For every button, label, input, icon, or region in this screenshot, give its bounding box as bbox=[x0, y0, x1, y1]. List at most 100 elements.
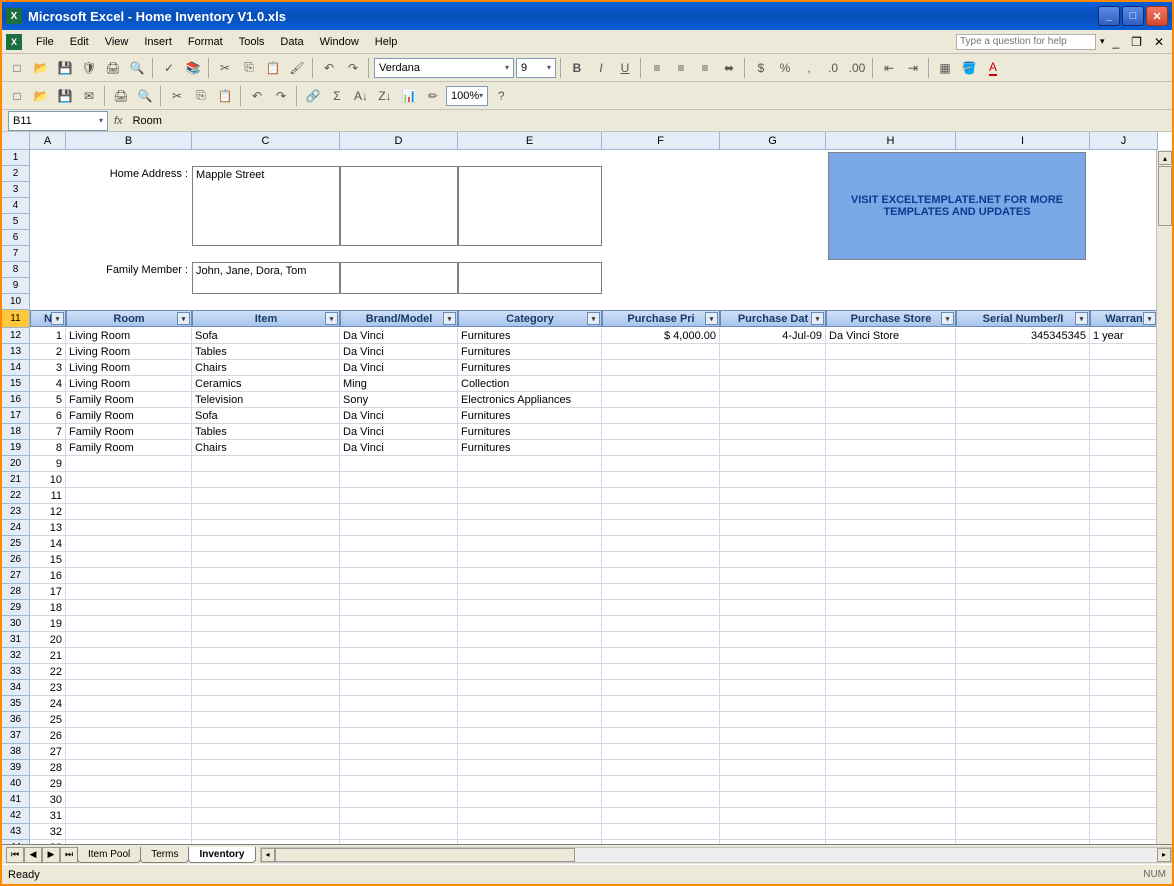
hyperlink-icon[interactable]: 🔗 bbox=[302, 85, 324, 107]
scroll-thumb[interactable] bbox=[1158, 166, 1172, 226]
cell[interactable] bbox=[192, 584, 340, 600]
cut-icon2[interactable]: ✂ bbox=[166, 85, 188, 107]
cell[interactable] bbox=[1090, 198, 1158, 214]
cell-item[interactable]: Chairs bbox=[192, 360, 340, 376]
cell[interactable] bbox=[192, 536, 340, 552]
cell[interactable] bbox=[1090, 632, 1158, 648]
merge-icon[interactable]: ⬌ bbox=[718, 57, 740, 79]
row-header[interactable]: 31 bbox=[2, 632, 30, 648]
cell[interactable] bbox=[826, 504, 956, 520]
borders-icon[interactable]: ▦ bbox=[934, 57, 956, 79]
filter-header[interactable]: Purchase Pri▾ bbox=[602, 310, 720, 327]
cell[interactable] bbox=[458, 520, 602, 536]
comma-icon[interactable]: , bbox=[798, 57, 820, 79]
cell[interactable] bbox=[340, 824, 458, 840]
cell[interactable] bbox=[602, 584, 720, 600]
preview-icon2[interactable]: 🔍 bbox=[134, 85, 156, 107]
cell[interactable] bbox=[956, 616, 1090, 632]
cell[interactable] bbox=[1090, 584, 1158, 600]
cell[interactable] bbox=[66, 696, 192, 712]
cell-serial[interactable] bbox=[956, 440, 1090, 456]
filter-dropdown-icon[interactable]: ▾ bbox=[811, 312, 824, 325]
currency-icon[interactable]: $ bbox=[750, 57, 772, 79]
cell[interactable] bbox=[826, 712, 956, 728]
cell-brand[interactable]: Da Vinci bbox=[340, 440, 458, 456]
row-header[interactable]: 19 bbox=[2, 440, 30, 456]
filter-header[interactable]: Category▾ bbox=[458, 310, 602, 327]
undo-icon[interactable]: ↶ bbox=[318, 57, 340, 79]
cell[interactable] bbox=[720, 294, 826, 310]
cell[interactable] bbox=[956, 536, 1090, 552]
cell[interactable] bbox=[1090, 150, 1158, 166]
cell[interactable] bbox=[602, 488, 720, 504]
col-header-i[interactable]: I bbox=[956, 132, 1090, 150]
scroll-up-icon[interactable]: ▴ bbox=[1158, 151, 1172, 165]
cell[interactable] bbox=[30, 262, 66, 278]
cell[interactable] bbox=[1090, 808, 1158, 824]
permission-icon[interactable]: 🛡 bbox=[78, 57, 100, 79]
cell-date[interactable]: 4-Jul-09 bbox=[720, 328, 826, 344]
cell[interactable] bbox=[720, 520, 826, 536]
cell[interactable] bbox=[458, 632, 602, 648]
cell[interactable] bbox=[956, 776, 1090, 792]
cell-date[interactable] bbox=[720, 344, 826, 360]
cell-store[interactable] bbox=[826, 360, 956, 376]
cell[interactable]: 13 bbox=[30, 520, 66, 536]
menu-insert[interactable]: Insert bbox=[136, 34, 180, 50]
cell[interactable] bbox=[458, 230, 602, 246]
cell[interactable] bbox=[1090, 246, 1158, 262]
cell-brand[interactable]: Da Vinci bbox=[340, 408, 458, 424]
underline-button[interactable]: U bbox=[614, 57, 636, 79]
cell-price[interactable] bbox=[602, 360, 720, 376]
cell-room[interactable]: Family Room bbox=[66, 408, 192, 424]
cell[interactable] bbox=[192, 472, 340, 488]
cell[interactable] bbox=[340, 712, 458, 728]
cell[interactable] bbox=[340, 214, 458, 230]
cell[interactable] bbox=[340, 584, 458, 600]
print-icon2[interactable]: 🖨 bbox=[110, 85, 132, 107]
cell[interactable] bbox=[602, 824, 720, 840]
cell[interactable] bbox=[458, 198, 602, 214]
cell[interactable] bbox=[30, 150, 66, 166]
drawing-icon[interactable]: ✏ bbox=[422, 85, 444, 107]
cell[interactable] bbox=[458, 456, 602, 472]
bold-button[interactable]: B bbox=[566, 57, 588, 79]
row-header[interactable]: 30 bbox=[2, 616, 30, 632]
cell-date[interactable] bbox=[720, 392, 826, 408]
cell[interactable] bbox=[340, 760, 458, 776]
cell[interactable] bbox=[458, 568, 602, 584]
cell[interactable] bbox=[602, 552, 720, 568]
cell[interactable] bbox=[720, 246, 826, 262]
cell[interactable] bbox=[340, 278, 458, 294]
cell-date[interactable] bbox=[720, 440, 826, 456]
cell[interactable] bbox=[66, 664, 192, 680]
cell-room[interactable]: Living Room bbox=[66, 376, 192, 392]
cell[interactable] bbox=[956, 294, 1090, 310]
font-name-select[interactable]: Verdana▾ bbox=[374, 58, 514, 78]
cell[interactable] bbox=[602, 664, 720, 680]
cell-warranty[interactable] bbox=[1090, 376, 1158, 392]
row-header[interactable]: 13 bbox=[2, 344, 30, 360]
cell[interactable] bbox=[458, 472, 602, 488]
row-header[interactable]: 18 bbox=[2, 424, 30, 440]
cell[interactable] bbox=[192, 246, 340, 262]
cell[interactable] bbox=[66, 648, 192, 664]
cell[interactable] bbox=[192, 488, 340, 504]
cell[interactable]: 17 bbox=[30, 584, 66, 600]
row-header[interactable]: 23 bbox=[2, 504, 30, 520]
vertical-scrollbar[interactable]: ▴ ▾ bbox=[1156, 150, 1172, 866]
cell[interactable] bbox=[602, 504, 720, 520]
cell-number[interactable]: 2 bbox=[30, 344, 66, 360]
cell[interactable] bbox=[720, 600, 826, 616]
cell[interactable] bbox=[340, 776, 458, 792]
row-header[interactable]: 32 bbox=[2, 648, 30, 664]
cell-item[interactable]: Television bbox=[192, 392, 340, 408]
col-header-f[interactable]: F bbox=[602, 132, 720, 150]
cell-price[interactable] bbox=[602, 440, 720, 456]
cell-room[interactable]: Living Room bbox=[66, 328, 192, 344]
cell[interactable] bbox=[1090, 728, 1158, 744]
cell[interactable]: 27 bbox=[30, 744, 66, 760]
cell-number[interactable]: 5 bbox=[30, 392, 66, 408]
cell[interactable] bbox=[956, 696, 1090, 712]
cell-date[interactable] bbox=[720, 360, 826, 376]
